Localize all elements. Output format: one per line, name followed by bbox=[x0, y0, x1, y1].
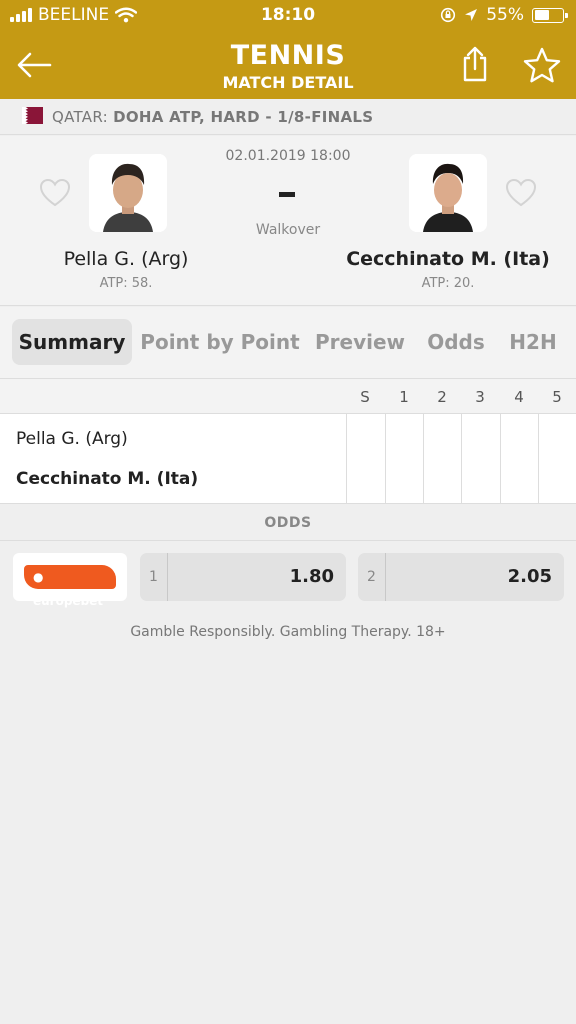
odds-away-value: 2.05 bbox=[507, 566, 552, 587]
odds-home-value: 1.80 bbox=[289, 566, 334, 587]
battery-percent: 55% bbox=[486, 5, 524, 25]
away-player-name[interactable]: Cecchinato M. (Ita) bbox=[340, 248, 556, 270]
favorite-home-heart-icon[interactable] bbox=[39, 178, 71, 208]
home-player-avatar[interactable] bbox=[89, 154, 167, 232]
tab-summary[interactable]: Summary bbox=[12, 319, 132, 365]
column-header: 1 bbox=[399, 388, 409, 406]
match-datetime: 02.01.2019 18:00 bbox=[225, 148, 351, 164]
column-divider bbox=[423, 414, 424, 504]
status-right: 55% bbox=[440, 5, 568, 25]
tournament-label: QATAR: DOHA ATP, HARD - 1/8-FINALS bbox=[52, 108, 373, 126]
table-row-away-name: Cecchinato M. (Ita) bbox=[16, 469, 199, 489]
location-icon bbox=[465, 9, 478, 21]
away-player-rank: ATP: 20. bbox=[421, 276, 475, 291]
gambling-disclaimer[interactable]: Gamble Responsibly. Gambling Therapy. 18… bbox=[0, 624, 576, 640]
column-header: 4 bbox=[514, 388, 524, 406]
match-score bbox=[279, 192, 295, 197]
odds-home-button[interactable]: 1 1.80 bbox=[140, 553, 346, 601]
tab-h2h[interactable]: H2H bbox=[502, 319, 564, 365]
favorite-away-heart-icon[interactable] bbox=[505, 178, 537, 208]
column-header: 5 bbox=[552, 388, 562, 406]
odds-away-button[interactable]: 2 2.05 bbox=[358, 553, 564, 601]
column-divider bbox=[385, 414, 386, 504]
orientation-lock-icon bbox=[441, 7, 456, 23]
detail-tabs: Summary Point by Point Preview Odds H2H bbox=[0, 307, 576, 379]
match-status: Walkover bbox=[255, 222, 321, 238]
share-icon[interactable] bbox=[458, 44, 492, 84]
odds-home-label: 1 bbox=[140, 553, 168, 601]
away-player-avatar[interactable] bbox=[409, 154, 487, 232]
battery-fill bbox=[534, 10, 550, 20]
table-row-home-name: Pella G. (Arg) bbox=[16, 429, 128, 449]
battery-icon bbox=[532, 7, 568, 23]
status-bar: BEELINE 18:10 55% bbox=[0, 0, 576, 32]
player-photo-icon bbox=[409, 154, 487, 232]
column-divider bbox=[538, 414, 539, 504]
column-header: 3 bbox=[475, 388, 485, 406]
column-divider bbox=[346, 414, 347, 504]
home-player-rank: ATP: 58. bbox=[99, 276, 153, 291]
qatar-flag-icon bbox=[22, 107, 43, 124]
column-divider bbox=[500, 414, 501, 504]
column-header: S bbox=[360, 388, 370, 406]
app-header: BEELINE 18:10 55% TENNIS MATCH DETAIL bbox=[0, 0, 576, 99]
tab-odds[interactable]: Odds bbox=[420, 319, 492, 365]
odds-section-header: ODDS bbox=[0, 505, 576, 541]
match-card: 02.01.2019 18:00 Walkover Pella G. (Arg)… bbox=[0, 136, 576, 306]
bookmaker-logo-button[interactable]: ● europebet bbox=[13, 553, 127, 608]
tournament-name: DOHA ATP, HARD - 1/8-FINALS bbox=[113, 108, 374, 126]
star-icon[interactable] bbox=[522, 46, 562, 84]
tab-point-by-point[interactable]: Point by Point bbox=[140, 319, 300, 365]
tournament-country: QATAR: bbox=[52, 108, 108, 126]
home-player-name[interactable]: Pella G. (Arg) bbox=[36, 248, 216, 270]
odds-away-label: 2 bbox=[358, 553, 386, 601]
tab-preview[interactable]: Preview bbox=[310, 319, 410, 365]
tournament-bar[interactable]: QATAR: DOHA ATP, HARD - 1/8-FINALS bbox=[0, 99, 576, 135]
column-divider bbox=[461, 414, 462, 504]
player-photo-icon bbox=[89, 154, 167, 232]
column-header: 2 bbox=[437, 388, 447, 406]
score-table: Pella G. (Arg) Cecchinato M. (Ita) bbox=[0, 414, 576, 504]
europebet-logo: ● europebet bbox=[24, 565, 116, 608]
bookmaker-name: europebet bbox=[33, 594, 104, 608]
score-table-header: S 1 2 3 4 5 bbox=[0, 379, 576, 414]
